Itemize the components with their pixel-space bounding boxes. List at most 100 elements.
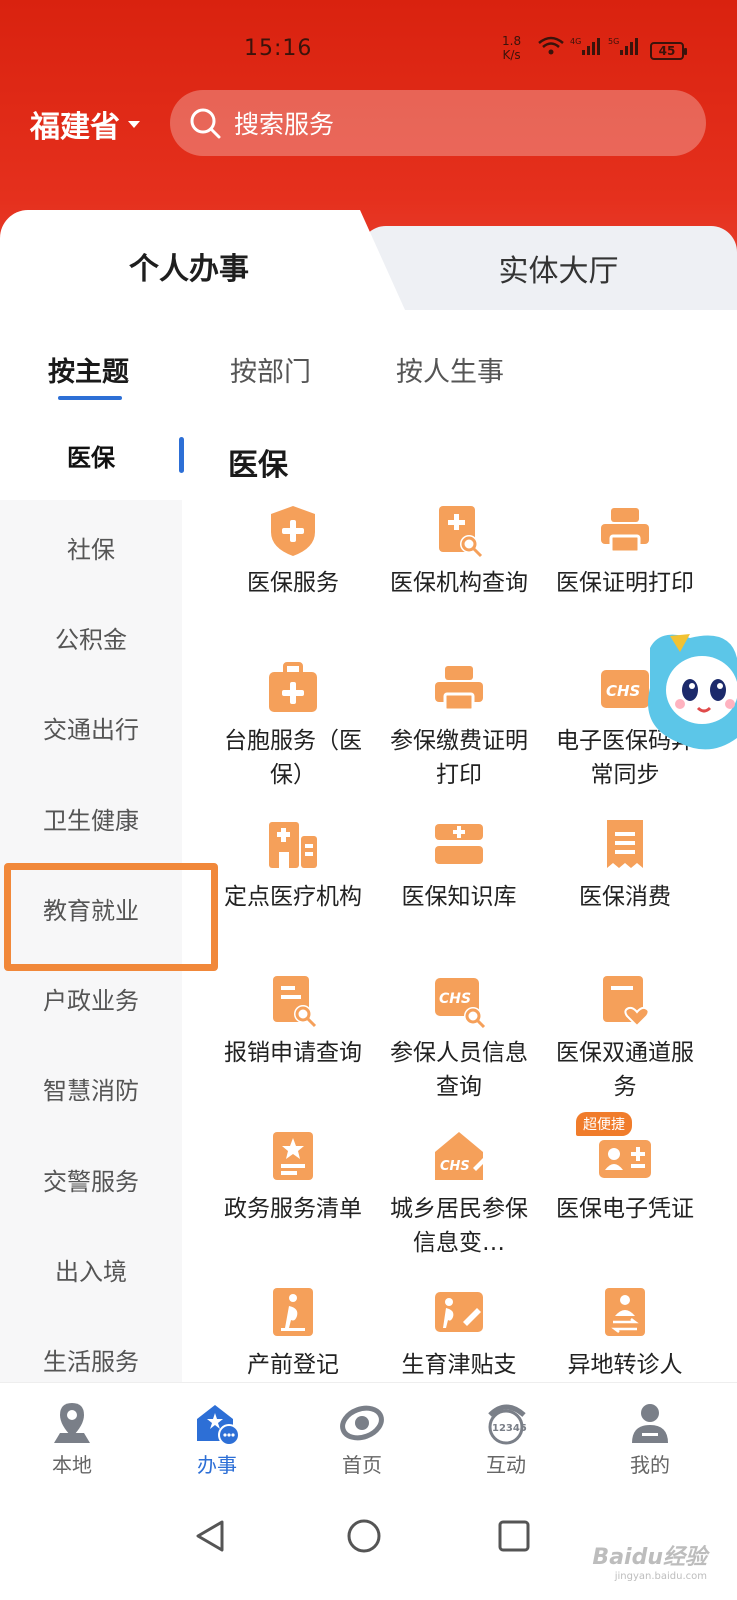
user-icon [632, 1404, 668, 1443]
nav-services[interactable]: 办事 [167, 1401, 267, 1478]
province-selector[interactable]: 福建省 [30, 102, 140, 146]
service-item[interactable]: 超便捷 医保电子凭证 [542, 1112, 708, 1226]
service-item[interactable]: 医保机构查询 [376, 502, 542, 600]
person-transfer-icon [605, 1288, 645, 1336]
service-item[interactable]: CHS 城乡居民参保信息变… [376, 1128, 542, 1260]
sidebar-item-social-security[interactable]: 社保 [0, 502, 182, 592]
watermark: Baidu经验 jingyan.baidu.com [592, 1539, 707, 1582]
status-time: 15:16 [244, 36, 313, 61]
subtab-life-event[interactable]: 按人生事 [396, 350, 504, 389]
nav-home[interactable]: 首页 [312, 1401, 412, 1478]
sidebar-item-label: 卫生健康 [43, 806, 139, 835]
tab-personal[interactable]: 个人办事 [0, 210, 405, 310]
tab-hall[interactable]: 实体大厅 [360, 226, 737, 310]
search-placeholder: 搜索服务 [234, 110, 335, 139]
pregnancy-edit-icon [435, 1292, 483, 1332]
service-label: 医保双通道服务 [556, 1040, 694, 1100]
status-bar: 15:16 1.8 K/s 4G 5G 45 [0, 30, 737, 70]
service-label: 政务服务清单 [224, 1196, 362, 1222]
sidebar-item-label: 交通出行 [43, 715, 139, 744]
service-item[interactable]: 台胞服务（医保） [210, 660, 376, 792]
sidebar-item-health[interactable]: 卫生健康 [0, 773, 182, 863]
home-circle-icon[interactable] [344, 1516, 384, 1556]
subtab-underline [58, 396, 122, 400]
search-bar[interactable]: 搜索服务 [170, 90, 706, 156]
nav-label: 首页 [342, 1453, 382, 1477]
back-triangle-icon[interactable] [190, 1516, 230, 1556]
nav-profile[interactable]: 我的 [600, 1401, 700, 1478]
service-label: 报销申请查询 [224, 1040, 362, 1066]
search-icon [190, 108, 221, 139]
sidebar-item-label: 户政业务 [43, 986, 139, 1015]
nav-local[interactable]: 本地 [22, 1401, 122, 1478]
service-label: 异地转诊人 [567, 1352, 683, 1378]
sidebar-item-household[interactable]: 户政业务 [0, 953, 182, 1043]
service-item[interactable]: 产前登记 [210, 1284, 376, 1382]
subtab-topic[interactable]: 按主题 [48, 350, 129, 389]
tab-hall-label: 实体大厅 [498, 254, 619, 289]
sidebar-item-traffic-police[interactable]: 交警服务 [0, 1134, 182, 1224]
service-item[interactable]: 医保消费 [542, 816, 708, 914]
star-list-icon [273, 1132, 313, 1180]
service-item[interactable]: 医保知识库 [376, 816, 542, 914]
printer-icon [435, 666, 483, 712]
receipt-icon [607, 820, 643, 868]
service-label: 医保消费 [579, 884, 671, 910]
svg-text:4G: 4G [570, 37, 581, 46]
sidebar-item-label: 社保 [67, 535, 115, 564]
service-item[interactable]: 异地转诊人 [542, 1284, 708, 1382]
wifi-icon [538, 36, 564, 55]
service-label: 定点医疗机构 [224, 884, 362, 910]
book-stack-icon [435, 824, 483, 864]
service-item[interactable]: 生育津贴支 [376, 1284, 542, 1382]
nav-interact[interactable]: 12345 互动 [456, 1401, 556, 1478]
hotline-12345-icon: 12345 [488, 1404, 527, 1445]
service-label: 医保服务 [247, 570, 339, 596]
home-logo-icon [340, 1405, 384, 1441]
document-search-icon [439, 506, 483, 558]
recent-apps-square-icon[interactable] [494, 1516, 534, 1556]
battery-icon: 45 [650, 42, 687, 60]
service-item[interactable]: 定点医疗机构 [210, 816, 376, 914]
sidebar-item-label: 医保 [67, 443, 115, 472]
medical-kit-icon [269, 662, 317, 712]
service-label: 生育津贴支 [401, 1352, 517, 1378]
network-speed-unit: K/s [502, 48, 521, 62]
nav-label: 本地 [52, 1453, 92, 1477]
sidebar-item-medical-insurance[interactable]: 医保 [0, 410, 184, 500]
network-speed: 1.8 K/s [502, 34, 521, 62]
service-label: 医保机构查询 [390, 570, 528, 596]
id-card-icon [599, 1140, 651, 1178]
sidebar-item-fire-safety[interactable]: 智慧消防 [0, 1043, 182, 1133]
sub-tabs: 按主题 按部门 按人生事 [0, 310, 737, 410]
service-item[interactable]: 参保缴费证明打印 [376, 660, 542, 792]
service-item[interactable]: 报销申请查询 [210, 972, 376, 1070]
sidebar-item-transport[interactable]: 交通出行 [0, 682, 182, 772]
svg-text:CHS: CHS [606, 682, 640, 700]
service-label: 医保知识库 [401, 884, 517, 910]
sidebar-item-education-employment[interactable]: 教育就业 [0, 863, 182, 953]
top-tabs: 实体大厅 个人办事 [0, 210, 737, 310]
service-item[interactable]: 医保服务 [210, 502, 376, 600]
sidebar-item-label: 出入境 [55, 1257, 127, 1286]
service-item[interactable]: 医保双通道服务 [542, 972, 708, 1104]
bottom-nav: 本地 办事 首页 12345 互动 我的 [0, 1382, 737, 1490]
service-badge: 超便捷 [576, 1112, 632, 1136]
sidebar-item-housing-fund[interactable]: 公积金 [0, 592, 182, 682]
network-speed-value: 1.8 [502, 34, 522, 48]
status-icons: 4G 5G [538, 36, 640, 56]
mascot-assistant-icon[interactable] [640, 628, 737, 758]
watermark-main: Baidu经验 [592, 1545, 707, 1570]
nav-label: 互动 [486, 1453, 526, 1477]
chs-search-icon: CHS [435, 978, 486, 1028]
service-item[interactable]: CHS 参保人员信息查询 [376, 972, 542, 1104]
service-label: 产前登记 [247, 1352, 339, 1378]
service-item[interactable]: 政务服务清单 [210, 1128, 376, 1226]
subtab-department[interactable]: 按部门 [230, 350, 311, 389]
province-label: 福建省 [30, 110, 120, 145]
hospital-icon [269, 822, 317, 868]
sidebar-item-immigration[interactable]: 出入境 [0, 1224, 182, 1314]
service-label: 医保电子凭证 [556, 1196, 694, 1222]
pregnancy-icon [273, 1288, 313, 1336]
service-item[interactable]: 医保证明打印 [542, 502, 708, 600]
